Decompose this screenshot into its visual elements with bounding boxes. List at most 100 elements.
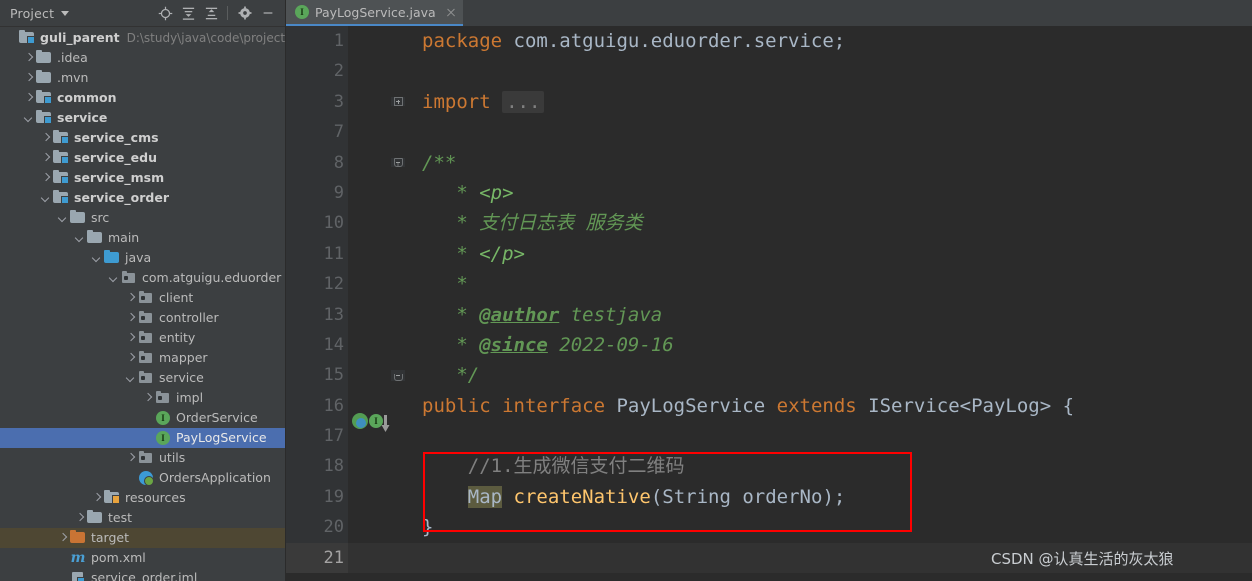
code-text[interactable]: public interface PayLogService extends I…	[408, 391, 1252, 421]
editor-tab-bar: I PayLogService.java	[286, 0, 1252, 26]
tree-item-entity[interactable]: entity	[0, 328, 285, 348]
chevron-right-icon[interactable]	[40, 133, 51, 144]
line-number: 8	[286, 147, 348, 178]
tree-item-orderservice[interactable]: I OrderService	[0, 408, 285, 428]
tree-item--mvn[interactable]: .mvn	[0, 68, 285, 88]
interface-name: PayLogService	[605, 394, 777, 417]
code-text[interactable]: *	[408, 269, 1252, 299]
tree-item-service-order[interactable]: service_order	[0, 188, 285, 208]
tree-item-pom-xml[interactable]: m pom.xml	[0, 548, 285, 568]
folder-icon	[36, 69, 52, 86]
tree-item-label: service_edu	[74, 150, 157, 165]
tree-item-service-edu[interactable]: service_edu	[0, 148, 285, 168]
tree-item-label: OrderService	[176, 410, 258, 425]
code-text[interactable]: import ...	[408, 87, 1252, 117]
chevron-right-icon[interactable]	[125, 353, 136, 364]
close-icon[interactable]	[445, 6, 457, 18]
code-text[interactable]: * @author testjava	[408, 300, 1252, 330]
tree-item-resources[interactable]: resources	[0, 488, 285, 508]
tree-item-client[interactable]: client	[0, 288, 285, 308]
open-paren: (	[650, 485, 663, 508]
chevron-right-icon[interactable]	[125, 313, 136, 324]
chevron-down-icon[interactable]	[40, 193, 51, 204]
code-line-17: 17	[286, 421, 1252, 452]
tree-item--idea[interactable]: .idea	[0, 48, 285, 68]
tree-item-main[interactable]: main	[0, 228, 285, 248]
chevron-down-icon[interactable]	[108, 273, 119, 284]
chevron-down-icon[interactable]	[125, 373, 136, 384]
tree-item-com-atguigu-eduorder[interactable]: com.atguigu.eduorder	[0, 268, 285, 288]
project-tool-window: Project guli_parent D:\study\java\code\p…	[0, 0, 286, 581]
chevron-right-icon[interactable]	[142, 393, 153, 404]
chevron-right-icon[interactable]	[40, 153, 51, 164]
chevron-down-icon[interactable]	[74, 233, 85, 244]
chevron-right-icon[interactable]	[57, 533, 68, 544]
settings-gear-icon[interactable]	[234, 2, 256, 24]
tree-item-mapper[interactable]: mapper	[0, 348, 285, 368]
chevron-down-icon[interactable]	[91, 253, 102, 264]
fold-column	[391, 158, 405, 168]
code-text[interactable]: * 支付日志表 服务类	[408, 208, 1252, 238]
code-text[interactable]: package com.atguigu.eduorder.service;	[408, 26, 1252, 56]
tree-item-ordersapplication[interactable]: OrdersApplication	[0, 468, 285, 488]
chevron-right-icon[interactable]	[125, 293, 136, 304]
tree-item-java[interactable]: java	[0, 248, 285, 268]
code-text[interactable]: */	[408, 360, 1252, 390]
project-panel-header: Project	[0, 0, 285, 27]
module-folder-icon	[36, 109, 52, 126]
interface-icon: I	[295, 5, 309, 19]
chevron-down-icon[interactable]	[23, 113, 34, 124]
chevron-right-icon[interactable]	[23, 93, 34, 104]
chevron-down-icon[interactable]	[61, 10, 70, 16]
tree-item-paylogservice[interactable]: I PayLogService	[0, 428, 285, 448]
tree-item-utils[interactable]: utils	[0, 448, 285, 468]
tree-item-label: controller	[159, 310, 219, 325]
tree-item-label: mapper	[159, 350, 208, 365]
fold-region-end[interactable]	[393, 373, 403, 381]
close-paren-semicolon: );	[822, 485, 846, 508]
tree-item-service[interactable]: service	[0, 108, 285, 128]
code-text[interactable]: /**	[408, 148, 1252, 178]
code-text[interactable]: * </p>	[408, 239, 1252, 269]
chevron-right-icon[interactable]	[125, 333, 136, 344]
chevron-down-icon[interactable]	[57, 213, 68, 224]
chevron-right-icon[interactable]	[23, 73, 34, 84]
code-line-1: 1 package com.atguigu.eduorder.service;	[286, 26, 1252, 57]
collapse-all-icon[interactable]	[200, 2, 222, 24]
fold-expand-icon[interactable]	[393, 97, 403, 107]
tree-item-service[interactable]: service	[0, 368, 285, 388]
chevron-right-icon[interactable]	[74, 513, 85, 524]
code-text[interactable]: * @since 2022-09-16	[408, 330, 1252, 360]
locate-icon[interactable]	[154, 2, 176, 24]
code-text[interactable]: * <p>	[408, 178, 1252, 208]
tree-item-common[interactable]: common	[0, 88, 285, 108]
chevron-right-icon[interactable]	[91, 493, 102, 504]
tree-item-target[interactable]: target	[0, 528, 285, 548]
code-text[interactable]: }	[408, 512, 1252, 542]
tree-item-impl[interactable]: impl	[0, 388, 285, 408]
tree-item-service-order-iml[interactable]: service_order.iml	[0, 568, 285, 581]
minimize-icon[interactable]	[257, 2, 279, 24]
folder-icon	[70, 209, 86, 226]
tree-item-label: service	[159, 370, 204, 385]
tree-item-service-msm[interactable]: service_msm	[0, 168, 285, 188]
chevron-right-icon[interactable]	[40, 173, 51, 184]
chevron-right-icon[interactable]	[125, 453, 136, 464]
tree-item-src[interactable]: src	[0, 208, 285, 228]
code-text[interactable]: //1.生成微信支付二维码	[408, 451, 1252, 481]
code-line-13: 13 * @author testjava	[286, 299, 1252, 330]
tab-paylogservice-java[interactable]: I PayLogService.java	[286, 0, 463, 26]
code-text[interactable]: Map createNative(String orderNo);	[408, 482, 1252, 512]
tree-item-guli-parent[interactable]: guli_parent D:\study\java\code\project\gu…	[0, 28, 285, 48]
tree-item-controller[interactable]: controller	[0, 308, 285, 328]
folded-imports[interactable]: ...	[502, 90, 545, 113]
code-editor[interactable]: 1 package com.atguigu.eduorder.service; 2 3…	[286, 26, 1252, 581]
project-panel-title[interactable]: Project	[10, 6, 54, 21]
resources-folder-icon	[104, 489, 120, 506]
chevron-right-icon[interactable]	[23, 53, 34, 64]
tree-item-test[interactable]: test	[0, 508, 285, 528]
project-tree[interactable]: guli_parent D:\study\java\code\project\gu…	[0, 27, 285, 581]
tree-item-service-cms[interactable]: service_cms	[0, 128, 285, 148]
javadoc-description: * 支付日志表 服务类	[444, 212, 643, 235]
expand-all-icon[interactable]	[177, 2, 199, 24]
